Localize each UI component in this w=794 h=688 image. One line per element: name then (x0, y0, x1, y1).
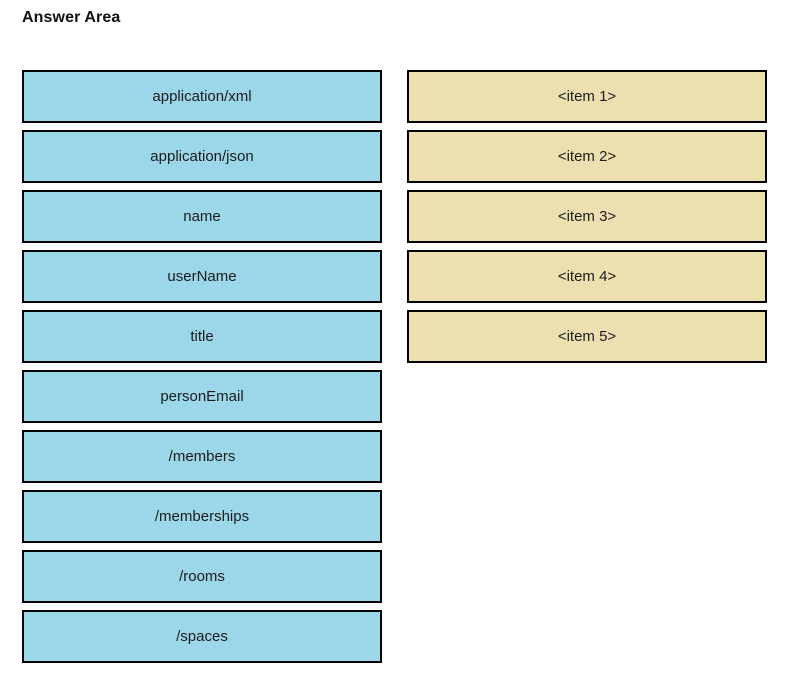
target-slot[interactable]: <item 4> (407, 250, 767, 303)
option-tile-label: personEmail (160, 388, 244, 405)
option-tile[interactable]: /memberships (22, 490, 382, 543)
option-tile[interactable]: /spaces (22, 610, 382, 663)
target-slot-label: <item 4> (557, 268, 617, 285)
option-tile-label: /spaces (176, 628, 228, 645)
target-slot[interactable]: <item 1> (407, 70, 767, 123)
option-tile[interactable]: application/xml (22, 70, 382, 123)
option-tile[interactable]: /members (22, 430, 382, 483)
option-tile-label: /memberships (154, 508, 250, 525)
option-tile-label: userName (167, 268, 237, 285)
option-tile-label: name (183, 208, 221, 225)
option-tile-label: title (190, 328, 214, 345)
option-tile[interactable]: userName (22, 250, 382, 303)
source-options-column: application/xml application/json name us… (22, 70, 382, 670)
option-tile[interactable]: title (22, 310, 382, 363)
answer-area-page: Answer Area application/xml application/… (0, 0, 794, 688)
page-title: Answer Area (22, 9, 121, 26)
target-slot[interactable]: <item 2> (407, 130, 767, 183)
option-tile-label: /rooms (179, 568, 225, 585)
option-tile[interactable]: application/json (22, 130, 382, 183)
option-tile-label: application/json (150, 148, 254, 165)
target-slot-label: <item 5> (557, 328, 617, 345)
option-tile[interactable]: name (22, 190, 382, 243)
target-slot-label: <item 3> (557, 208, 617, 225)
target-slot-label: <item 1> (557, 88, 617, 105)
option-tile[interactable]: personEmail (22, 370, 382, 423)
target-slots-column: <item 1> <item 2> <item 3> <item 4> <ite… (407, 70, 767, 370)
target-slot[interactable]: <item 3> (407, 190, 767, 243)
option-tile-label: /members (168, 448, 236, 465)
option-tile-label: application/xml (152, 88, 252, 105)
option-tile[interactable]: /rooms (22, 550, 382, 603)
target-slot[interactable]: <item 5> (407, 310, 767, 363)
target-slot-label: <item 2> (557, 148, 617, 165)
